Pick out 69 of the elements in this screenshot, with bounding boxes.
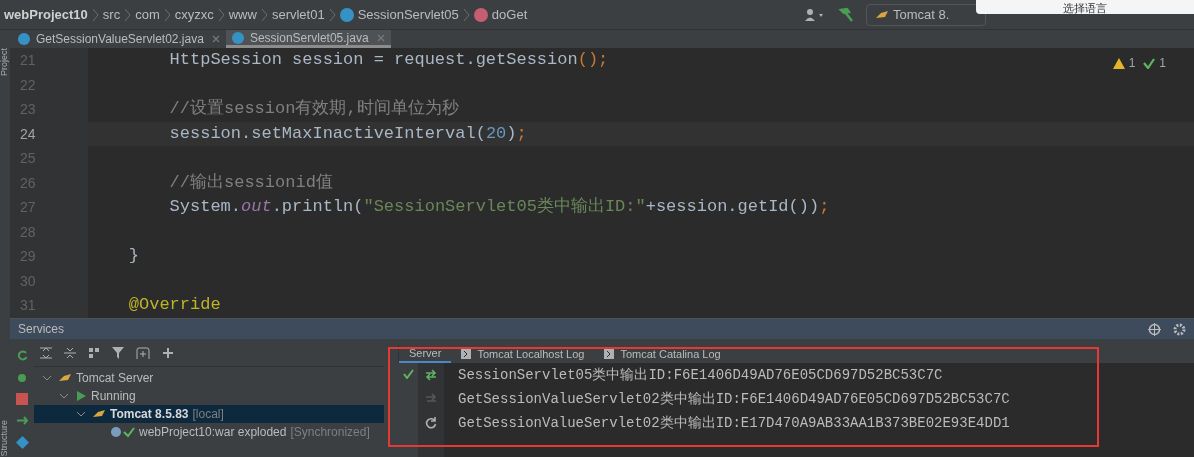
editor-tab[interactable]: SessionServlet05.java xyxy=(225,30,391,48)
class-icon xyxy=(339,7,354,22)
play-icon xyxy=(75,390,87,402)
crosshair-icon[interactable] xyxy=(1148,322,1161,336)
breadcrumb-item[interactable]: SessionServlet05 xyxy=(357,4,459,25)
code-line: //设置session有效期,时间单位为秒 xyxy=(168,99,459,118)
breadcrumb-item[interactable]: com xyxy=(135,4,160,25)
warning-icon[interactable] xyxy=(1112,57,1125,69)
artifact-icon xyxy=(109,426,123,438)
console-tab[interactable]: Tomcat Catalina Log xyxy=(594,345,731,363)
chevron-icon xyxy=(328,7,336,22)
deploy-icon[interactable] xyxy=(15,414,29,427)
panel-title: Services xyxy=(18,321,64,338)
code-line: //输出sessionid值 xyxy=(168,172,333,192)
refresh-icon[interactable] xyxy=(424,416,438,430)
console-icon xyxy=(461,349,472,359)
code-line: System.out.println("SessionServlet05类中输出ID:"+session.getId()); xyxy=(168,197,830,216)
tree-row[interactable]: Running xyxy=(34,387,384,405)
chevron-icon xyxy=(260,7,268,22)
check-icon xyxy=(123,426,135,438)
language-popup[interactable]: 选择语言 xyxy=(976,0,1194,14)
code-line: } xyxy=(127,246,139,265)
breadcrumb-item[interactable]: doGet xyxy=(491,4,528,25)
cat-icon xyxy=(92,408,106,420)
warning-count: 1 xyxy=(1128,55,1136,72)
chevron-icon xyxy=(91,7,99,22)
users-icon[interactable] xyxy=(804,7,826,22)
debug-icon[interactable] xyxy=(15,371,29,384)
breadcrumb-item[interactable]: www xyxy=(228,4,257,25)
cat-icon xyxy=(58,372,72,384)
hammer-icon[interactable] xyxy=(838,6,854,23)
side-strip: Project Structure xyxy=(0,48,10,457)
expand-all-icon[interactable] xyxy=(40,346,52,359)
breadcrumb-item[interactable]: webProject10 xyxy=(4,4,88,25)
tree-row[interactable]: Tomcat 8.5.83 [local] xyxy=(34,405,384,423)
console-icon xyxy=(604,349,615,359)
code-line: @Override xyxy=(127,295,221,314)
code-line: session.setMaxInactiveInterval(20); xyxy=(168,123,527,143)
add-icon[interactable] xyxy=(162,346,174,359)
group-icon[interactable] xyxy=(88,346,100,359)
rerun-arrows-icon[interactable] xyxy=(424,368,438,382)
cat-icon xyxy=(875,8,889,21)
tree-row[interactable]: webProject10:war exploded [Synchronized] xyxy=(34,423,384,441)
console-line: SessionServlet05类中输出ID:F6E1406D49AD76E05CD697D52BC53C7C xyxy=(458,366,944,385)
new-tab-icon[interactable] xyxy=(136,346,150,359)
line-number: 24 xyxy=(19,124,37,144)
console-line: GetSessionValueServlet02类中输出ID:F6E1406D49AD76E05CD697D52BC53C7C xyxy=(458,390,1011,409)
collapse-all-icon[interactable] xyxy=(64,346,76,359)
editor-tab[interactable]: GetSessionValueServlet02.java xyxy=(12,30,226,48)
diamond-icon[interactable] xyxy=(15,436,29,449)
console-tab[interactable]: Tomcat Localhost Log xyxy=(451,345,595,363)
check-icon xyxy=(402,369,414,379)
close-icon[interactable] xyxy=(211,35,220,43)
breadcrumb-item[interactable]: servlet01 xyxy=(271,4,325,25)
chevron-icon xyxy=(163,7,171,22)
filter-icon[interactable] xyxy=(112,346,124,359)
breadcrumb-item[interactable]: src xyxy=(102,4,121,25)
method-icon xyxy=(473,7,488,22)
tree-row[interactable]: Tomcat Server xyxy=(34,369,384,387)
check-icon[interactable] xyxy=(1143,57,1156,69)
check-count: 1 xyxy=(1159,55,1166,72)
chevron-icon xyxy=(217,7,225,22)
breadcrumb-item[interactable]: cxyzxc xyxy=(174,4,214,25)
chevron-icon xyxy=(462,7,470,22)
code-line: HttpSession session = request.getSession(); xyxy=(168,50,609,69)
settings-icon[interactable] xyxy=(1173,322,1186,336)
console-line: GetSessionValueServlet02类中输出ID:E17D470A9AB33AA1B373BE02E93E4DD1 xyxy=(458,414,1011,433)
rerun-icon[interactable] xyxy=(15,349,29,362)
chevron-icon xyxy=(124,7,132,22)
